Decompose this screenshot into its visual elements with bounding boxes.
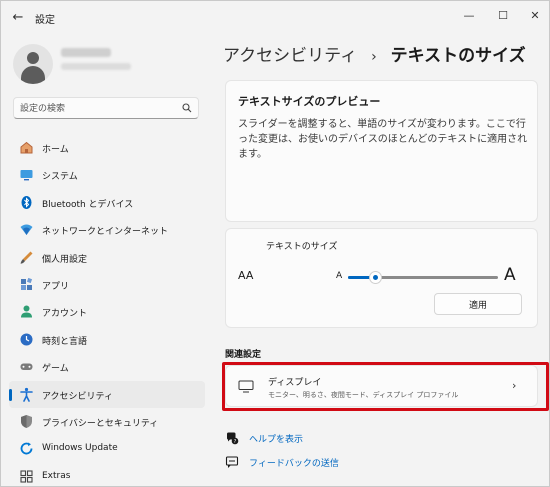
sidebar-item-home[interactable]: ホーム [9, 134, 205, 161]
help-icon: ? [227, 432, 239, 445]
sidebar-item-label: アプリ [42, 281, 70, 292]
profile-name-blurred [61, 48, 111, 57]
related-settings-heading: 関連設定 [225, 350, 262, 360]
time-language-icon [20, 333, 33, 346]
app-title: 設定 [35, 15, 55, 26]
sidebar-item-time-language[interactable]: 時刻と言語 [9, 326, 205, 353]
feedback-link[interactable]: フィードバックの送信 [225, 455, 339, 469]
feedback-icon [225, 456, 239, 468]
apps-icon [21, 277, 33, 290]
text-size-preview-card: テキストサイズのプレビュー スライダーを調整すると、単語のサイズが変わります。こ… [225, 80, 538, 222]
text-size-slider-card: テキストのサイズ AA A A 適用 [225, 228, 538, 328]
preview-text: スライダーを調整すると、単語のサイズが変わります。ここで行った変更は、お使いのデ… [238, 119, 528, 160]
minimize-button[interactable]: — [453, 3, 485, 29]
home-icon [20, 141, 33, 154]
bluetooth-icon [21, 195, 32, 209]
page-title: テキストのサイズ [390, 46, 526, 66]
sidebar-item-gaming[interactable]: ゲーム [9, 353, 205, 380]
feedback-link-text[interactable]: フィードバックの送信 [249, 456, 339, 469]
sidebar-item-label: アカウント [42, 309, 88, 320]
sidebar-item-label: Windows Update [42, 443, 118, 454]
settings-window: ← 設定 — ☐ ✕ ホーム システ [0, 0, 550, 487]
sidebar-item-windows-update[interactable]: Windows Update [9, 435, 205, 462]
search-box[interactable] [13, 97, 199, 119]
back-arrow-icon[interactable]: ← [9, 9, 27, 27]
accessibility-icon [20, 387, 33, 402]
text-size-slider[interactable] [348, 271, 498, 284]
preview-title: テキストサイズのプレビュー [238, 95, 381, 108]
sidebar-item-personalization[interactable]: 個人用設定 [9, 244, 205, 271]
user-avatar-icon[interactable] [13, 44, 53, 84]
extras-icon [20, 470, 33, 483]
account-icon [21, 305, 32, 318]
breadcrumb-separator: › [371, 49, 377, 65]
help-link-text[interactable]: ヘルプを表示 [249, 432, 303, 445]
text-size-aa-icon: AA [238, 269, 253, 282]
sidebar-item-bluetooth[interactable]: Bluetooth とデバイス [9, 189, 205, 216]
aa-label: AA [238, 269, 254, 282]
help-link[interactable]: ? ヘルプを表示 [225, 431, 303, 445]
sidebar-item-network[interactable]: ネットワークとインターネット [9, 216, 205, 243]
svg-text:?: ? [234, 439, 237, 445]
sidebar-item-apps[interactable]: アプリ [9, 271, 205, 298]
avatar-head [27, 52, 39, 64]
sidebar-item-label: 時刻と言語 [42, 336, 88, 347]
profile-email-blurred [61, 63, 131, 70]
personalization-icon [20, 251, 33, 264]
sidebar-item-label: システム [42, 172, 78, 183]
sidebar-item-privacy[interactable]: プライバシーとセキュリティ [9, 408, 205, 435]
breadcrumb-parent[interactable]: アクセシビリティ [223, 46, 357, 66]
search-icon[interactable] [182, 103, 192, 113]
breadcrumb: アクセシビリティ › テキストのサイズ [223, 41, 526, 66]
sidebar-item-label: 個人用設定 [42, 254, 88, 265]
system-icon [20, 170, 33, 181]
slider-min-label: A [336, 271, 343, 281]
sidebar-nav: ホーム システム Bluetooth とデバイス ネットワークとインターネット [9, 134, 205, 487]
sidebar-item-label: ネットワークとインターネット [42, 227, 169, 238]
gaming-icon [20, 363, 33, 371]
highlight-box [222, 362, 549, 411]
sidebar-item-label: アクセシビリティ [42, 391, 114, 402]
search-input[interactable] [20, 101, 170, 116]
sidebar-item-extras[interactable]: Extras [9, 463, 205, 487]
avatar-body [21, 66, 45, 84]
sidebar-item-accounts[interactable]: アカウント [9, 298, 205, 325]
slider-max-label: A [504, 265, 516, 285]
close-button[interactable]: ✕ [519, 3, 550, 29]
sidebar-item-label: Bluetooth とデバイス [42, 199, 134, 210]
windows-update-icon [20, 442, 33, 455]
sidebar-item-system[interactable]: システム [9, 161, 205, 188]
text-size-label: テキストのサイズ [266, 242, 338, 252]
slider-thumb[interactable] [369, 271, 382, 284]
sidebar-item-label: Extras [42, 470, 71, 481]
maximize-button[interactable]: ☐ [487, 3, 519, 29]
sidebar-item-accessibility[interactable]: アクセシビリティ [9, 380, 205, 408]
privacy-shield-icon [21, 414, 32, 428]
sidebar-item-label: プライバシーとセキュリティ [42, 418, 159, 429]
network-icon [20, 224, 33, 236]
apply-button[interactable]: 適用 [434, 293, 522, 315]
sidebar-item-label: ゲーム [42, 364, 69, 375]
sidebar-item-label: ホーム [42, 145, 69, 155]
title-bar: ← 設定 — ☐ ✕ [1, 1, 550, 35]
